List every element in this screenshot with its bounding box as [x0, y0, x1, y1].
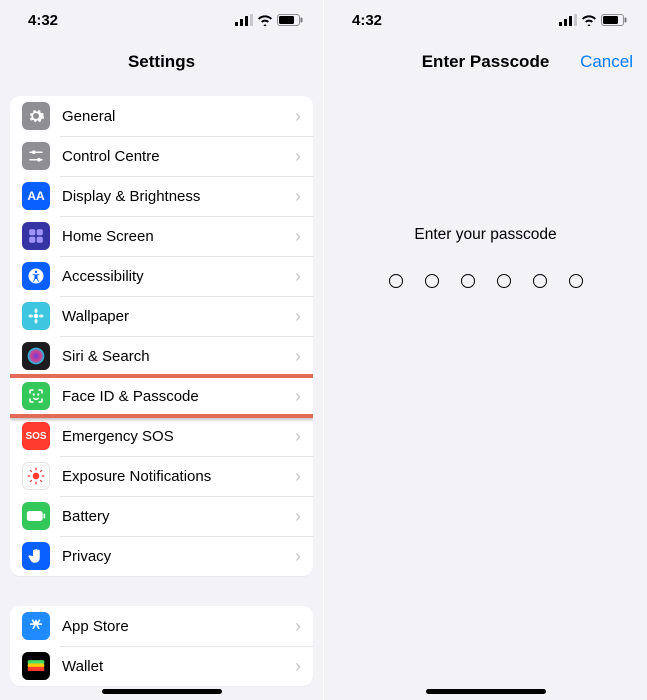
passcode-body: Enter your passcode — [324, 86, 647, 288]
chevron-right-icon: › — [295, 616, 301, 637]
settings-row-privacy[interactable]: Privacy› — [10, 536, 313, 576]
passcode-dot — [389, 274, 403, 288]
row-label: Exposure Notifications — [62, 468, 295, 485]
flower-icon — [22, 302, 50, 330]
passcode-dots[interactable] — [324, 274, 647, 288]
gear-icon — [22, 102, 50, 130]
row-label: Wallet — [62, 658, 295, 675]
settings-row-wallpaper[interactable]: Wallpaper› — [10, 296, 313, 336]
row-label: Face ID & Passcode — [62, 388, 295, 405]
passcode-dot — [425, 274, 439, 288]
chevron-right-icon: › — [295, 226, 301, 247]
chevron-right-icon: › — [295, 346, 301, 367]
row-label: Display & Brightness — [62, 188, 295, 205]
grid-icon — [22, 222, 50, 250]
row-label: Wallpaper — [62, 308, 295, 325]
cancel-button[interactable]: Cancel — [580, 52, 633, 72]
chevron-right-icon: › — [295, 426, 301, 447]
appstore-icon — [22, 612, 50, 640]
sliders-icon — [22, 142, 50, 170]
passcode-title: Enter Passcode — [422, 52, 550, 72]
settings-row-control-centre[interactable]: Control Centre› — [10, 136, 313, 176]
settings-row-wallet[interactable]: Wallet› — [10, 646, 313, 686]
wifi-icon — [581, 14, 597, 26]
settings-row-app-store[interactable]: App Store› — [10, 606, 313, 646]
battery-icon — [277, 14, 303, 26]
row-label: Emergency SOS — [62, 428, 295, 445]
status-icons — [559, 14, 627, 26]
battery-icon — [22, 502, 50, 530]
cellular-icon — [559, 14, 577, 26]
chevron-right-icon: › — [295, 386, 301, 407]
chevron-right-icon: › — [295, 546, 301, 567]
status-bar: 4:32 — [0, 0, 323, 40]
settings-row-battery[interactable]: Battery› — [10, 496, 313, 536]
status-time: 4:32 — [352, 12, 382, 29]
passcode-prompt: Enter your passcode — [324, 226, 647, 244]
hand-icon — [22, 542, 50, 570]
settings-row-siri-search[interactable]: Siri & Search› — [10, 336, 313, 376]
settings-row-home-screen[interactable]: Home Screen› — [10, 216, 313, 256]
settings-screen: 4:32 Settings General›Control Centre›AAD… — [0, 0, 323, 700]
status-icons — [235, 14, 303, 26]
settings-row-face-id-passcode[interactable]: Face ID & Passcode› — [10, 376, 313, 416]
cellular-icon — [235, 14, 253, 26]
passcode-header: Enter Passcode Cancel — [324, 40, 647, 86]
settings-row-general[interactable]: General› — [10, 96, 313, 136]
home-indicator — [426, 689, 546, 694]
row-label: Control Centre — [62, 148, 295, 165]
battery-icon — [601, 14, 627, 26]
passcode-dot — [533, 274, 547, 288]
accessibility-icon — [22, 262, 50, 290]
home-indicator — [102, 689, 222, 694]
face-icon — [22, 382, 50, 410]
settings-list: General›Control Centre›AADisplay & Brigh… — [0, 86, 323, 686]
settings-group-2: App Store›Wallet› — [10, 606, 313, 686]
row-label: Privacy — [62, 548, 295, 565]
passcode-screen: 4:32 Enter Passcode Cancel Enter your pa… — [324, 0, 647, 700]
settings-row-accessibility[interactable]: Accessibility› — [10, 256, 313, 296]
passcode-dot — [461, 274, 475, 288]
chevron-right-icon: › — [295, 146, 301, 167]
chevron-right-icon: › — [295, 266, 301, 287]
settings-group-1: General›Control Centre›AADisplay & Brigh… — [10, 96, 313, 576]
row-label: Siri & Search — [62, 348, 295, 365]
settings-title: Settings — [0, 40, 323, 86]
chevron-right-icon: › — [295, 656, 301, 677]
status-time: 4:32 — [28, 12, 58, 29]
SOS-icon: SOS — [22, 422, 50, 450]
chevron-right-icon: › — [295, 186, 301, 207]
chevron-right-icon: › — [295, 306, 301, 327]
row-label: App Store — [62, 618, 295, 635]
row-label: Home Screen — [62, 228, 295, 245]
chevron-right-icon: › — [295, 506, 301, 527]
row-label: General — [62, 108, 295, 125]
settings-row-display-brightness[interactable]: AA Display & Brightness› — [10, 176, 313, 216]
passcode-dot — [569, 274, 583, 288]
status-bar: 4:32 — [324, 0, 647, 40]
AA-icon: AA — [22, 182, 50, 210]
wifi-icon — [257, 14, 273, 26]
settings-row-exposure-notifications[interactable]: Exposure Notifications› — [10, 456, 313, 496]
passcode-dot — [497, 274, 511, 288]
chevron-right-icon: › — [295, 466, 301, 487]
row-label: Accessibility — [62, 268, 295, 285]
row-label: Battery — [62, 508, 295, 525]
wallet-icon — [22, 652, 50, 680]
siri-icon — [22, 342, 50, 370]
chevron-right-icon: › — [295, 106, 301, 127]
exposure-icon — [22, 462, 50, 490]
settings-row-emergency-sos[interactable]: SOS Emergency SOS› — [10, 416, 313, 456]
